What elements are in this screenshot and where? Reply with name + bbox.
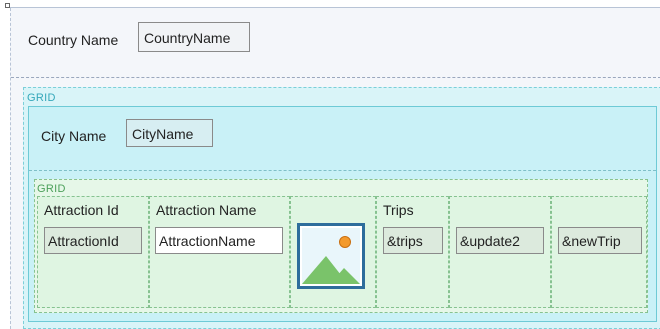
cities-grid-row: City Name CityName GRID Attraction Id At… — [28, 106, 657, 322]
attractions-grid[interactable]: GRID Attraction Id AttractionId Attracti… — [34, 179, 648, 313]
cities-grid[interactable]: GRID City Name CityName GRID Attraction … — [23, 87, 660, 329]
city-name-field[interactable]: CityName — [126, 119, 213, 147]
column-trips[interactable]: Trips &trips — [376, 196, 449, 308]
city-row: City Name CityName — [29, 107, 656, 171]
attractions-grid-label: GRID — [37, 183, 66, 195]
country-name-label: Country Name — [28, 32, 119, 48]
country-row: Country Name CountryName — [11, 8, 660, 78]
trips-variable-field[interactable]: &trips — [383, 227, 443, 254]
attraction-name-title: Attraction Name — [156, 202, 257, 218]
country-name-field[interactable]: CountryName — [138, 22, 250, 52]
attraction-id-title: Attraction Id — [44, 202, 119, 218]
city-name-label: City Name — [41, 128, 107, 144]
attraction-id-field[interactable]: AttractionId — [44, 227, 142, 254]
cities-grid-label: GRID — [27, 92, 56, 104]
update-variable-field[interactable]: &update2 — [456, 227, 544, 254]
column-attraction-id[interactable]: Attraction Id AttractionId — [37, 196, 149, 308]
column-attraction-name[interactable]: Attraction Name AttractionName — [149, 196, 290, 308]
attraction-name-field[interactable]: AttractionName — [155, 227, 283, 254]
column-update[interactable]: &update2 — [449, 196, 551, 308]
column-attraction-photo[interactable] — [290, 196, 376, 308]
trips-title: Trips — [383, 202, 414, 218]
new-trip-variable-field[interactable]: &newTrip — [558, 227, 642, 254]
web-form-designer: Country Name CountryName GRID City Name … — [10, 8, 660, 329]
image-placeholder-icon[interactable] — [297, 223, 365, 289]
column-new-trip[interactable]: &newTrip — [551, 196, 647, 308]
row-separator — [11, 77, 660, 78]
